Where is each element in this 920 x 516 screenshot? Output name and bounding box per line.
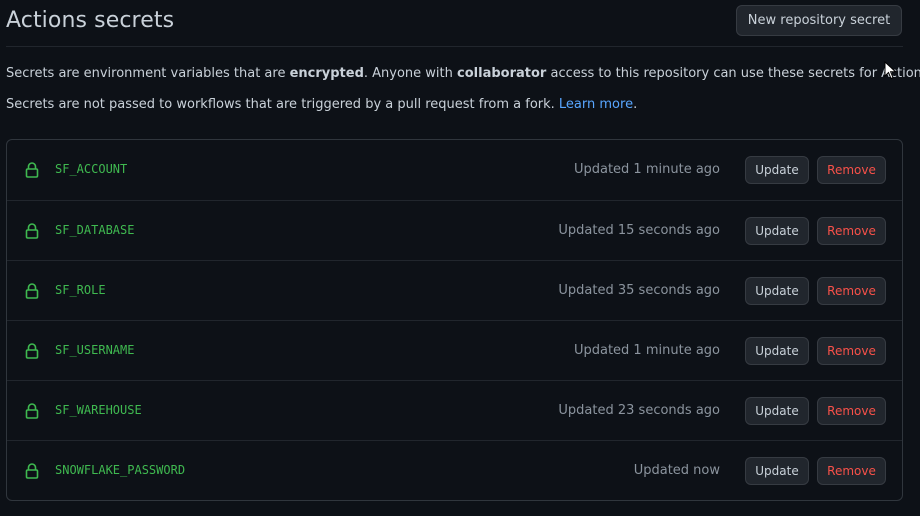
secret-row: SF_USERNAME Updated 1 minute ago Update Rem… [7, 320, 902, 380]
update-secret-button[interactable]: Update [745, 457, 809, 485]
update-secret-button[interactable]: Update [745, 156, 809, 184]
page-title: Actions secrets [6, 8, 175, 33]
secret-row: SNOWFLAKE_PASSWORD Updated now Update Remov… [7, 440, 902, 500]
new-repository-secret-button[interactable]: New repository secret [736, 5, 902, 36]
secret-updated-time: Updated now [633, 463, 720, 478]
secret-updated-time: Updated 15 seconds ago [558, 223, 720, 238]
secret-updated-time: Updated 1 minute ago [573, 343, 720, 358]
secrets-list: SF_ACCOUNT Updated 1 minute ago Update Remo… [6, 139, 903, 501]
secret-row: SF_DATABASE Updated 15 seconds ago Update R… [7, 200, 902, 260]
secret-row: SF_ROLE Updated 35 seconds ago Update Remov… [7, 260, 902, 320]
remove-secret-button[interactable]: Remove [817, 457, 886, 485]
remove-secret-button[interactable]: Remove [817, 217, 886, 245]
secret-name: SNOWFLAKE_PASSWORD [55, 463, 186, 477]
description-bold-encrypted: encrypted [289, 66, 364, 81]
update-secret-button[interactable]: Update [745, 217, 809, 245]
description-fork: Secrets are not passed to workflows that… [6, 97, 637, 112]
description-bold-collaborator: collaborator [457, 66, 547, 81]
lock-icon [25, 463, 39, 479]
secret-name: SF_DATABASE [55, 223, 135, 237]
actions-secrets-page: Actions secrets New repository secret Se… [0, 0, 920, 516]
lock-icon [25, 343, 39, 359]
secret-name: SF_WAREHOUSE [55, 403, 142, 417]
description-text: . Anyone with [363, 66, 458, 81]
secret-row: SF_WAREHOUSE Updated 23 seconds ago Update… [7, 380, 902, 440]
secret-name: SF_USERNAME [55, 343, 135, 357]
secret-name: SF_ACCOUNT [55, 162, 128, 176]
mouse-cursor-icon [884, 61, 897, 80]
remove-secret-button[interactable]: Remove [817, 337, 886, 365]
remove-secret-button[interactable]: Remove [817, 277, 886, 305]
lock-icon [25, 162, 39, 178]
lock-icon [25, 223, 39, 239]
secret-row: SF_ACCOUNT Updated 1 minute ago Update Remo… [7, 140, 902, 200]
description-encrypted: Secrets are environment variables that a… [6, 66, 920, 81]
secret-updated-time: Updated 23 seconds ago [558, 403, 720, 418]
update-secret-button[interactable]: Update [745, 397, 809, 425]
description-text: Secrets are environment variables that a… [6, 66, 290, 81]
description-text: Secrets are not passed to workflows that… [6, 97, 559, 112]
description-text: . [633, 97, 638, 112]
lock-icon [25, 403, 39, 419]
remove-secret-button[interactable]: Remove [817, 397, 886, 425]
update-secret-button[interactable]: Update [745, 277, 809, 305]
secret-name: SF_ROLE [55, 283, 106, 297]
lock-icon [25, 283, 39, 299]
update-secret-button[interactable]: Update [745, 337, 809, 365]
description-text: access to this repository can use these … [546, 66, 920, 81]
header-divider [6, 46, 903, 47]
remove-secret-button[interactable]: Remove [817, 156, 886, 184]
learn-more-link[interactable]: Learn more [559, 97, 633, 112]
secret-updated-time: Updated 35 seconds ago [558, 283, 720, 298]
secret-updated-time: Updated 1 minute ago [573, 162, 720, 177]
